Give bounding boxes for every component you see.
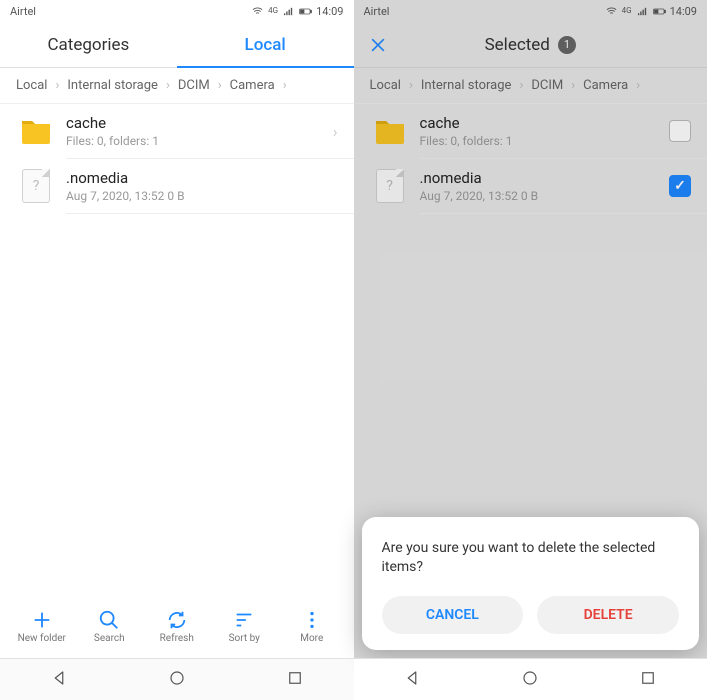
file-meta: Aug 7, 2020, 13:52 0 B xyxy=(420,189,656,203)
close-icon xyxy=(368,35,388,55)
network-4g-icon: 4G xyxy=(622,7,632,15)
chevron-right-icon: › xyxy=(519,78,523,93)
battery-icon xyxy=(299,6,312,17)
status-icons: 4G 14:09 xyxy=(605,5,697,18)
delete-button[interactable]: DELETE xyxy=(537,596,679,634)
sort-icon xyxy=(233,609,255,631)
dialog-message: Are you sure you want to delete the sele… xyxy=(382,539,680,578)
wifi-icon xyxy=(605,6,618,17)
home-button[interactable] xyxy=(168,669,186,691)
crumb-camera[interactable]: Camera xyxy=(583,78,628,93)
crumb-local[interactable]: Local xyxy=(370,78,401,93)
tab-bar: Categories Local xyxy=(0,22,354,68)
refresh-button[interactable]: Refresh xyxy=(143,609,211,644)
list-item[interactable]: ? .nomedia Aug 7, 2020, 13:52 0 B xyxy=(0,159,354,213)
breadcrumb: Local › Internal storage › DCIM › Camera… xyxy=(0,68,354,104)
chevron-right-icon: › xyxy=(636,78,640,93)
crumb-dcim[interactable]: DCIM xyxy=(178,78,210,93)
selection-header: Selected 1 xyxy=(354,22,707,68)
folder-icon xyxy=(374,115,406,147)
chevron-right-icon: › xyxy=(571,78,575,93)
file-meta: Files: 0, folders: 1 xyxy=(66,134,319,148)
selection-count-badge: 1 xyxy=(558,36,576,54)
chevron-right-icon: › xyxy=(218,78,222,93)
item-checkbox[interactable] xyxy=(669,120,691,142)
search-button[interactable]: Search xyxy=(76,609,144,644)
battery-icon xyxy=(653,6,666,17)
clock-label: 14:09 xyxy=(670,5,697,18)
chevron-right-icon: › xyxy=(166,78,170,93)
file-list: cache Files: 0, folders: 1 › ? .nomedia … xyxy=(0,104,354,594)
list-item[interactable]: ? .nomedia Aug 7, 2020, 13:52 0 B xyxy=(354,159,707,213)
tab-categories[interactable]: Categories xyxy=(0,22,177,67)
crumb-dcim[interactable]: DCIM xyxy=(531,78,563,93)
delete-confirm-dialog: Are you sure you want to delete the sele… xyxy=(362,517,700,650)
file-meta: Files: 0, folders: 1 xyxy=(420,134,656,148)
file-meta: Aug 7, 2020, 13:52 0 B xyxy=(66,189,338,203)
wifi-icon xyxy=(251,6,264,17)
nav-bar xyxy=(354,658,707,700)
list-item[interactable]: cache Files: 0, folders: 1 › xyxy=(0,104,354,158)
network-4g-icon: 4G xyxy=(268,7,278,15)
back-button[interactable] xyxy=(403,669,421,691)
list-item[interactable]: cache Files: 0, folders: 1 xyxy=(354,104,707,158)
file-name: .nomedia xyxy=(66,169,338,187)
status-bar: Airtel 4G 14:09 xyxy=(354,0,707,22)
chevron-right-icon: › xyxy=(409,78,413,93)
more-icon xyxy=(301,609,323,631)
cancel-button[interactable]: CANCEL xyxy=(382,596,524,634)
search-icon xyxy=(98,609,120,631)
signal-icon xyxy=(282,6,295,17)
nav-bar xyxy=(0,658,354,700)
recent-button[interactable] xyxy=(639,669,657,691)
recent-button[interactable] xyxy=(286,669,304,691)
unknown-file-icon: ? xyxy=(374,170,406,202)
home-button[interactable] xyxy=(521,669,539,691)
unknown-file-icon: ? xyxy=(20,170,52,202)
tab-local[interactable]: Local xyxy=(177,22,354,67)
chevron-right-icon: › xyxy=(55,78,59,93)
file-name: cache xyxy=(420,114,656,132)
clock-label: 14:09 xyxy=(316,5,343,18)
chevron-right-icon: › xyxy=(333,122,338,141)
crumb-internal[interactable]: Internal storage xyxy=(421,78,512,93)
status-bar: Airtel 4G 14:09 xyxy=(0,0,354,22)
status-icons: 4G 14:09 xyxy=(251,5,343,18)
file-name: .nomedia xyxy=(420,169,656,187)
crumb-internal[interactable]: Internal storage xyxy=(67,78,158,93)
plus-icon xyxy=(31,609,53,631)
chevron-right-icon: › xyxy=(283,78,287,93)
folder-icon xyxy=(20,115,52,147)
item-checkbox[interactable] xyxy=(669,175,691,197)
close-selection-button[interactable] xyxy=(368,35,398,55)
carrier-label: Airtel xyxy=(364,5,390,18)
signal-icon xyxy=(636,6,649,17)
refresh-icon xyxy=(166,609,188,631)
file-name: cache xyxy=(66,114,319,132)
selection-title: Selected xyxy=(485,35,550,55)
new-folder-button[interactable]: New folder xyxy=(8,609,76,644)
carrier-label: Airtel xyxy=(10,5,36,18)
crumb-local[interactable]: Local xyxy=(16,78,47,93)
breadcrumb: Local › Internal storage › DCIM › Camera… xyxy=(354,68,707,104)
back-button[interactable] xyxy=(50,669,68,691)
more-button[interactable]: More xyxy=(278,609,346,644)
sort-by-button[interactable]: Sort by xyxy=(211,609,279,644)
crumb-camera[interactable]: Camera xyxy=(230,78,275,93)
bottom-toolbar: New folder Search Refresh Sort by More xyxy=(0,594,354,658)
